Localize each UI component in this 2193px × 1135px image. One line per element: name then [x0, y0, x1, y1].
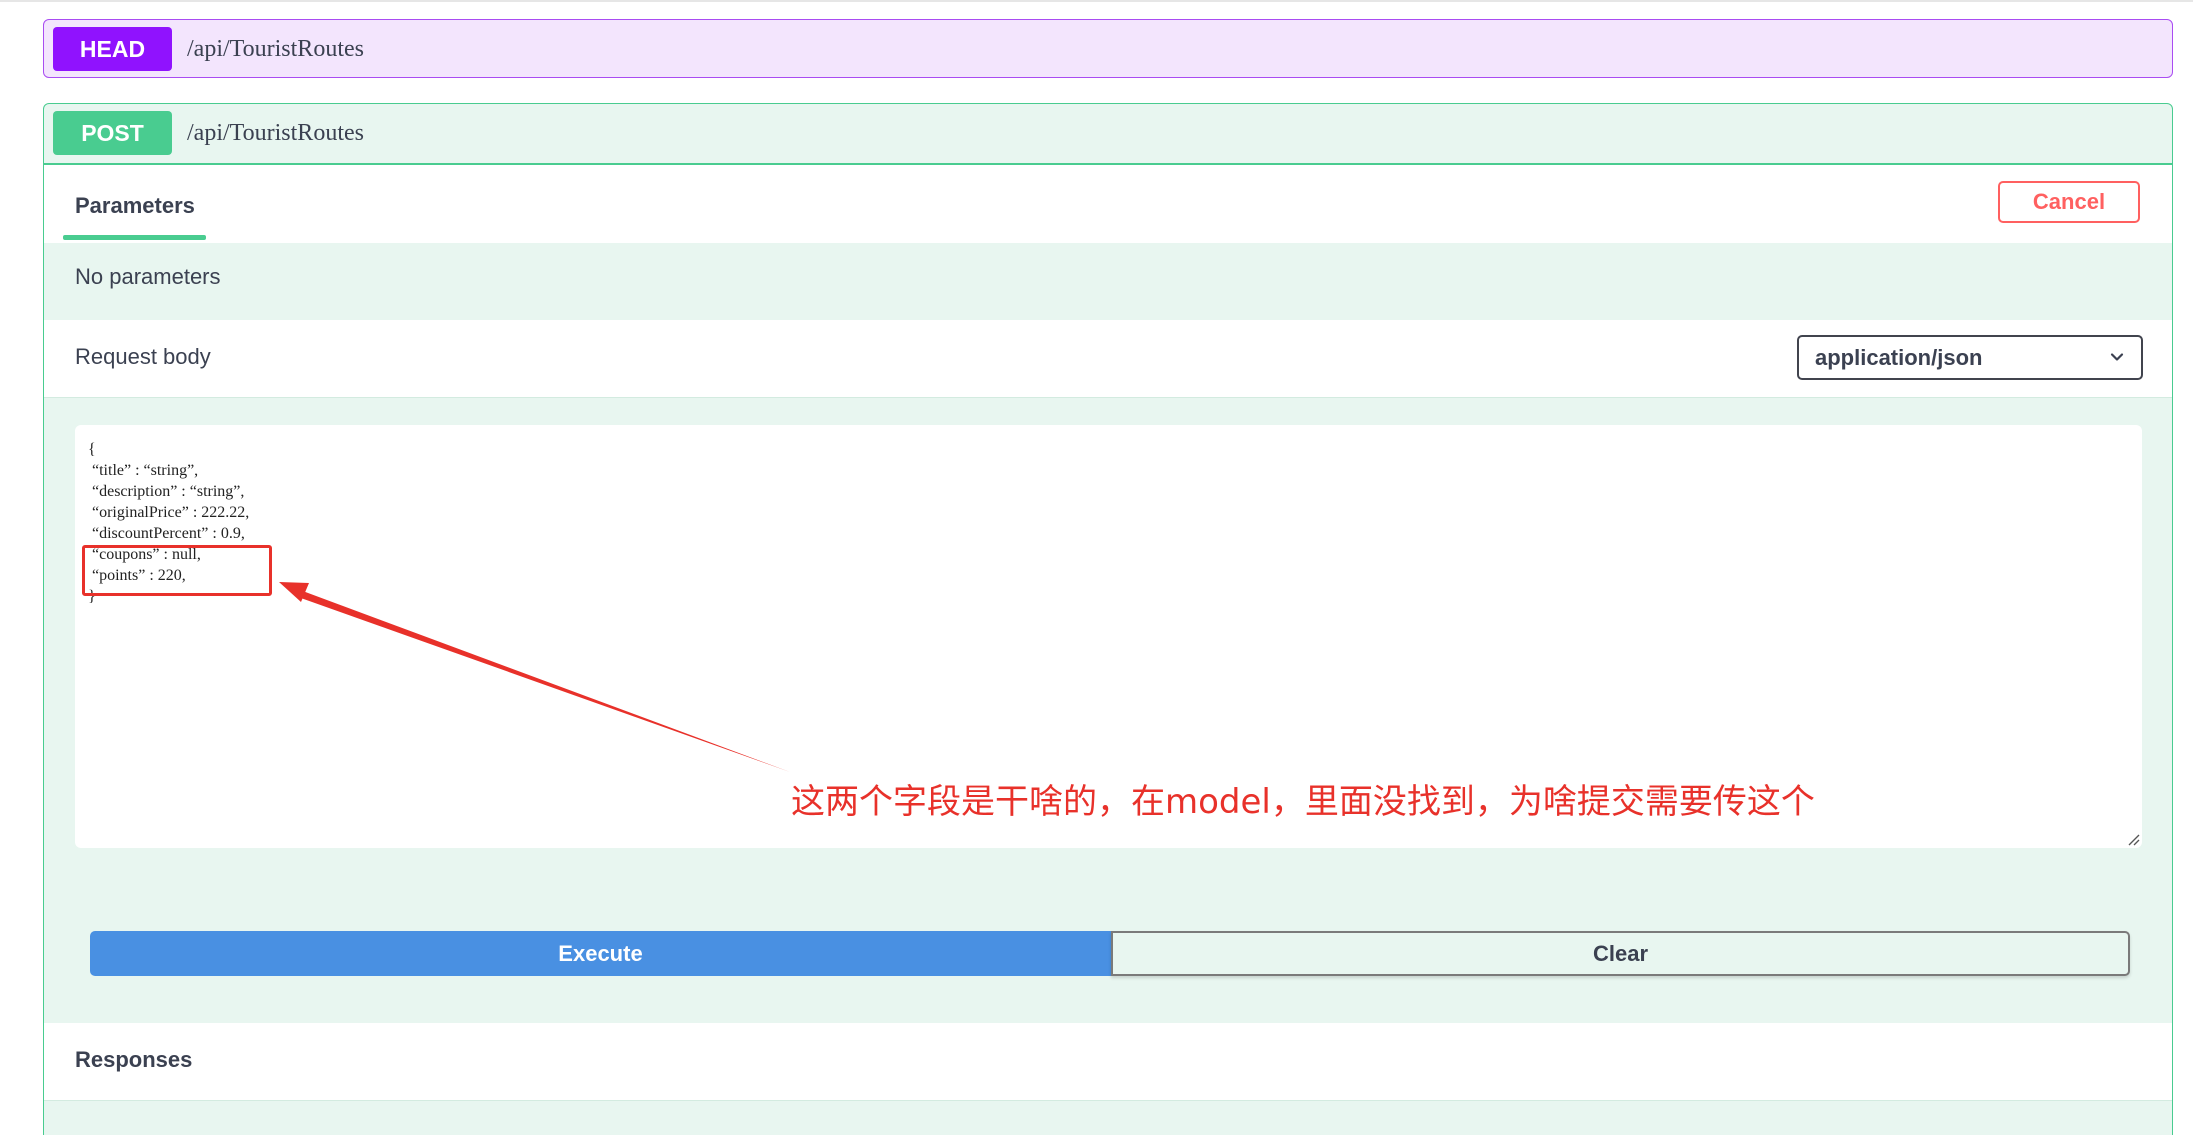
execute-button[interactable]: Execute	[90, 931, 1111, 976]
code-line: “discountPercent” : 0.9,	[88, 525, 245, 542]
method-badge-post[interactable]: POST	[53, 111, 172, 155]
request-body-label: Request body	[75, 344, 211, 369]
content-type-value: application/json	[1815, 344, 1983, 370]
operation-post: POST /api/TouristRoutes Parameters Cance…	[43, 103, 2173, 1135]
resize-grip-icon[interactable]	[2126, 832, 2140, 846]
execute-clear-row: Execute Clear	[90, 931, 2130, 976]
code-line: “title” : “string”,	[88, 462, 199, 479]
responses-header: Responses	[44, 1023, 2172, 1101]
operation-head[interactable]: HEAD /api/TouristRoutes	[43, 19, 2173, 78]
code-line: “originalPrice” : 222.22,	[88, 504, 250, 521]
no-parameters-text: No parameters	[75, 264, 221, 289]
tab-active-indicator	[63, 235, 206, 240]
content-type-select[interactable]: application/json	[1797, 335, 2143, 380]
tab-parameters[interactable]: Parameters	[75, 193, 195, 219]
top-hairline	[0, 0, 2193, 2]
operation-path-post[interactable]: /api/TouristRoutes	[187, 116, 364, 150]
annotation-text: 这两个字段是干啥的，在model，里面没找到，为啥提交需要传这个	[791, 782, 1815, 822]
cancel-button[interactable]: Cancel	[1998, 181, 2140, 223]
responses-label: Responses	[75, 1047, 193, 1072]
chevron-down-icon	[2110, 353, 2124, 361]
code-line: “description” : “string”,	[88, 483, 245, 500]
clear-button[interactable]: Clear	[1111, 931, 2130, 976]
operation-path-head: /api/TouristRoutes	[187, 36, 364, 62]
method-badge-head: HEAD	[53, 27, 172, 71]
request-body-header: Request body application/json	[44, 320, 2172, 398]
annotation-highlight-box	[82, 545, 272, 596]
parameters-header: Parameters Cancel	[44, 165, 2172, 243]
code-line: {	[88, 441, 96, 458]
